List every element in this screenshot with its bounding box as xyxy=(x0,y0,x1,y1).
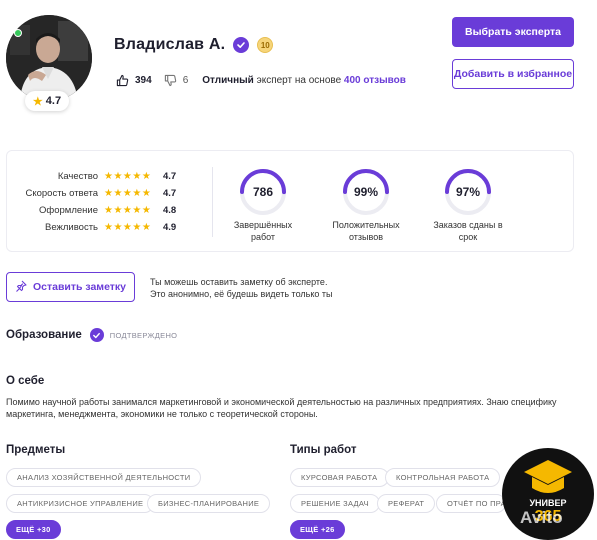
review-grade: Отличный xyxy=(202,75,254,86)
star-rating-icon: ★★★★★ xyxy=(104,222,152,233)
avatar-photo xyxy=(6,15,92,101)
star-icon: ★ xyxy=(32,95,43,108)
subject-chip[interactable]: БИЗНЕС-ПЛАНИРОВАНИЕ xyxy=(147,494,271,513)
stats-row: 394 6 Отличный эксперт на основе 400 отз… xyxy=(116,74,406,87)
metric-value: 786 xyxy=(252,185,274,199)
criterion-value: 4.7 xyxy=(163,171,177,182)
note-hint: Ты можешь оставить заметку об эксперте. Э… xyxy=(150,277,333,299)
thumb-up-icon[interactable] xyxy=(116,74,129,87)
avatar-rating-value: 4.7 xyxy=(45,95,62,107)
choose-expert-button[interactable]: Выбрать эксперта xyxy=(452,17,574,47)
progress-ring: 99% xyxy=(341,167,391,217)
metric-on-time: 97% Заказов сданы в срок xyxy=(428,167,508,243)
subject-chip[interactable]: АНТИКРИЗИСНОЕ УПРАВЛЕНИЕ xyxy=(6,494,155,513)
work-type-chip[interactable]: РЕШЕНИЕ ЗАДАЧ xyxy=(290,494,380,513)
education-title: Образование xyxy=(6,329,82,341)
metric-value: 99% xyxy=(353,185,379,199)
criterion-quality: Качество ★★★★★ 4.7 xyxy=(7,168,197,185)
subjects-title: Предметы xyxy=(6,444,66,456)
dislikes-count: 6 xyxy=(182,75,189,86)
metric-caption: Завершённых работ xyxy=(233,220,293,242)
metric-completed: 786 Завершённых работ xyxy=(223,167,303,243)
subjects-more-button[interactable]: ЕЩЁ +30 xyxy=(6,520,61,539)
star-rating-icon: ★★★★★ xyxy=(104,188,152,199)
metric-positive: 99% Положительных отзывов xyxy=(326,167,406,243)
check-badge-icon xyxy=(89,328,104,342)
criterion-label: Вежливость xyxy=(45,222,98,233)
work-types-more-button[interactable]: ЕЩЁ +26 xyxy=(290,520,345,539)
reviews-link[interactable]: 400 отзывов xyxy=(344,75,406,86)
metric-value: 97% xyxy=(455,185,481,199)
subject-chip[interactable]: АНАЛИЗ ХОЗЯЙСТВЕННОЙ ДЕЯТЕЛЬНОСТИ xyxy=(6,468,202,487)
criterion-label: Скорость ответа xyxy=(25,188,98,199)
star-rating-icon: ★★★★★ xyxy=(104,171,152,182)
education-row: Образование ПОДТВЕРЖДЕНО xyxy=(6,328,177,342)
progress-ring: 786 xyxy=(238,167,288,217)
logo-brand-text: УНИВЕР xyxy=(529,498,567,508)
leave-note-label: Оставить заметку xyxy=(32,281,127,293)
metric-caption: Заказов сданы в срок xyxy=(433,220,503,242)
pin-icon xyxy=(15,280,27,295)
avatar[interactable] xyxy=(6,15,92,101)
review-summary: Отличный эксперт на основе 400 отзывов xyxy=(202,75,406,86)
about-title: О себе xyxy=(6,375,45,387)
star-rating-icon: ★★★★★ xyxy=(104,205,152,216)
avito-watermark: Avito xyxy=(520,508,563,527)
work-type-chip[interactable]: ОТЧЁТ ПО ПРА xyxy=(436,494,506,513)
review-middle-text: эксперт на основе xyxy=(253,75,344,86)
criterion-politeness: Вежливость ★★★★★ 4.9 xyxy=(7,219,197,236)
divider xyxy=(212,167,213,237)
likes-count: 394 xyxy=(135,75,152,86)
name-row: Владислав А. 10 xyxy=(114,36,274,54)
work-types-title: Типы работ xyxy=(290,444,357,456)
metric-caption: Положительных отзывов xyxy=(332,220,400,242)
ratings-card: Качество ★★★★★ 4.7 Скорость ответа ★★★★★… xyxy=(6,150,574,252)
online-status-dot xyxy=(14,29,22,37)
criterion-speed: Скорость ответа ★★★★★ 4.7 xyxy=(7,185,197,202)
work-type-chip[interactable]: РЕФЕРАТ xyxy=(377,494,436,513)
add-favorite-button[interactable]: Добавить в избранное xyxy=(452,59,574,89)
criterion-label: Качество xyxy=(57,171,98,182)
level-badge: 10 xyxy=(257,37,274,53)
check-badge-icon xyxy=(233,37,250,53)
work-type-chip[interactable]: КОНТРОЛЬНАЯ РАБОТА xyxy=(385,468,501,487)
criterion-formatting: Оформление ★★★★★ 4.8 xyxy=(7,202,197,219)
progress-ring: 97% xyxy=(443,167,493,217)
about-text: Помимо научной работы занимался маркетин… xyxy=(6,397,557,419)
work-type-chip[interactable]: КУРСОВАЯ РАБОТА xyxy=(290,468,389,487)
avatar-rating-badge: ★ 4.7 xyxy=(25,91,69,111)
criterion-value: 4.8 xyxy=(163,205,177,216)
criterion-value: 4.7 xyxy=(163,188,177,199)
leave-note-button[interactable]: Оставить заметку xyxy=(6,272,135,302)
expert-name: Владислав А. xyxy=(114,36,226,53)
education-status: ПОДТВЕРЖДЕНО xyxy=(109,330,178,340)
criterion-label: Оформление xyxy=(39,205,98,216)
avatar-container xyxy=(6,15,92,101)
thumb-down-icon[interactable] xyxy=(164,74,177,87)
criterion-value: 4.9 xyxy=(163,222,177,233)
